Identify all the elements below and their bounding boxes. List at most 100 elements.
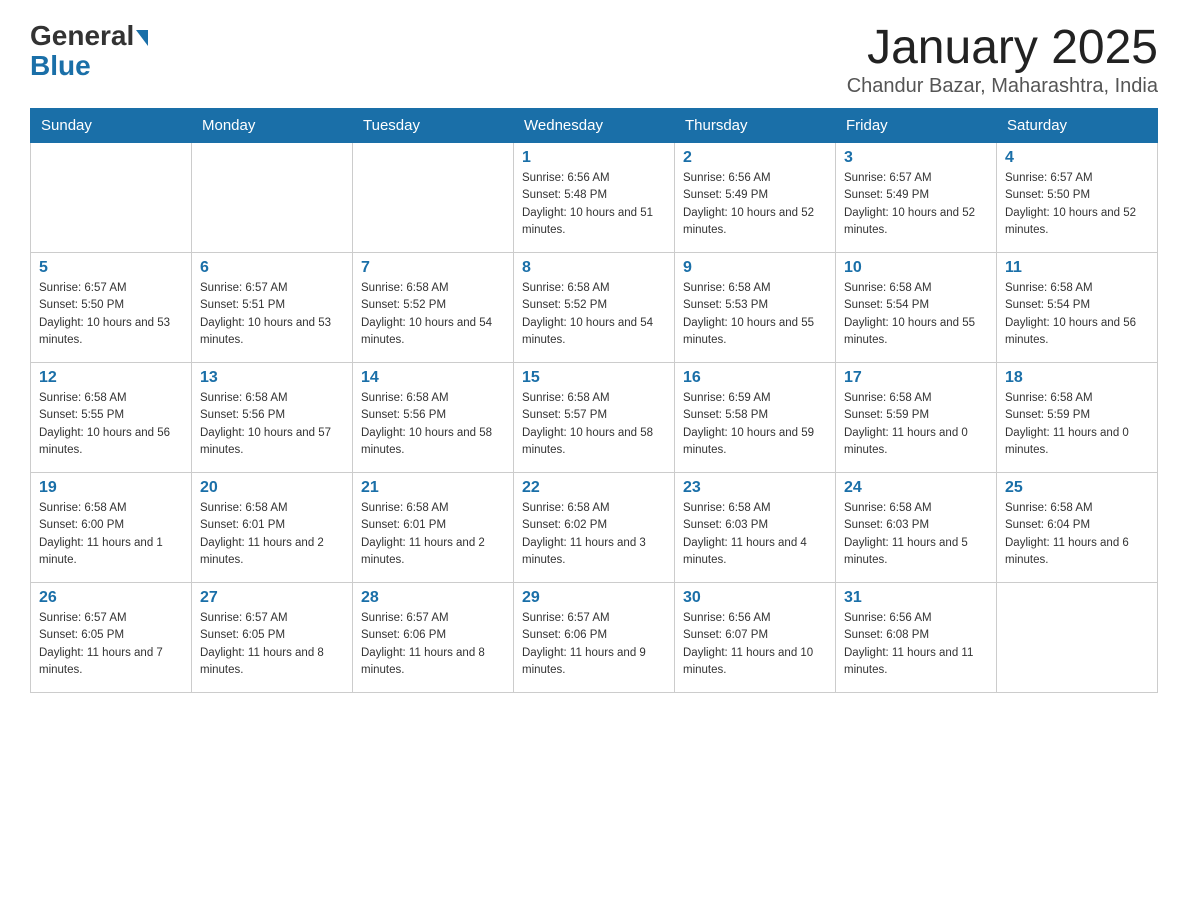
day-number: 30 bbox=[683, 589, 827, 607]
logo-arrow-icon bbox=[136, 30, 148, 46]
day-info: Sunrise: 6:58 AM Sunset: 5:54 PM Dayligh… bbox=[1005, 280, 1149, 349]
logo-blue: Blue bbox=[30, 50, 91, 82]
calendar-cell: 25 Sunrise: 6:58 AM Sunset: 6:04 PM Dayli… bbox=[997, 473, 1158, 583]
day-info: Sunrise: 6:59 AM Sunset: 5:58 PM Dayligh… bbox=[683, 390, 827, 459]
day-number: 13 bbox=[200, 369, 344, 387]
day-number: 12 bbox=[39, 369, 183, 387]
weekday-header-sunday: Sunday bbox=[31, 109, 192, 143]
location: Chandur Bazar, Maharashtra, India bbox=[847, 75, 1158, 98]
calendar-cell bbox=[997, 583, 1158, 693]
day-info: Sunrise: 6:56 AM Sunset: 5:48 PM Dayligh… bbox=[522, 170, 666, 239]
day-info: Sunrise: 6:57 AM Sunset: 6:05 PM Dayligh… bbox=[39, 610, 183, 679]
weekday-header-thursday: Thursday bbox=[675, 109, 836, 143]
day-number: 11 bbox=[1005, 259, 1149, 277]
day-info: Sunrise: 6:58 AM Sunset: 5:54 PM Dayligh… bbox=[844, 280, 988, 349]
title-section: January 2025 Chandur Bazar, Maharashtra,… bbox=[847, 20, 1158, 98]
calendar-cell: 26 Sunrise: 6:57 AM Sunset: 6:05 PM Dayli… bbox=[31, 583, 192, 693]
calendar-cell: 31 Sunrise: 6:56 AM Sunset: 6:08 PM Dayli… bbox=[836, 583, 997, 693]
day-info: Sunrise: 6:58 AM Sunset: 5:57 PM Dayligh… bbox=[522, 390, 666, 459]
calendar-cell: 2 Sunrise: 6:56 AM Sunset: 5:49 PM Daylig… bbox=[675, 143, 836, 253]
calendar-table: SundayMondayTuesdayWednesdayThursdayFrid… bbox=[30, 108, 1158, 693]
calendar-cell: 11 Sunrise: 6:58 AM Sunset: 5:54 PM Dayli… bbox=[997, 253, 1158, 363]
day-info: Sunrise: 6:57 AM Sunset: 6:05 PM Dayligh… bbox=[200, 610, 344, 679]
day-number: 17 bbox=[844, 369, 988, 387]
calendar-week-1: 1Sunrise: 6:56 AM Sunset: 5:48 PM Daylig… bbox=[31, 143, 1158, 253]
calendar-cell: 7 Sunrise: 6:58 AM Sunset: 5:52 PM Daylig… bbox=[353, 253, 514, 363]
day-number: 31 bbox=[844, 589, 988, 607]
day-number: 19 bbox=[39, 479, 183, 497]
day-number: 15 bbox=[522, 369, 666, 387]
day-number: 14 bbox=[361, 369, 505, 387]
calendar-cell bbox=[31, 143, 192, 253]
day-number: 16 bbox=[683, 369, 827, 387]
day-info: Sunrise: 6:58 AM Sunset: 6:03 PM Dayligh… bbox=[683, 500, 827, 569]
day-info: Sunrise: 6:57 AM Sunset: 5:49 PM Dayligh… bbox=[844, 170, 988, 239]
day-number: 9 bbox=[683, 259, 827, 277]
day-number: 6 bbox=[200, 259, 344, 277]
calendar-cell: 28Sunrise: 6:57 AM Sunset: 6:06 PM Dayli… bbox=[353, 583, 514, 693]
weekday-header-monday: Monday bbox=[192, 109, 353, 143]
weekday-header-wednesday: Wednesday bbox=[514, 109, 675, 143]
calendar-cell: 24 Sunrise: 6:58 AM Sunset: 6:03 PM Dayli… bbox=[836, 473, 997, 583]
calendar-cell: 10 Sunrise: 6:58 AM Sunset: 5:54 PM Dayli… bbox=[836, 253, 997, 363]
calendar-cell: 9Sunrise: 6:58 AM Sunset: 5:53 PM Daylig… bbox=[675, 253, 836, 363]
day-number: 23 bbox=[683, 479, 827, 497]
day-info: Sunrise: 6:57 AM Sunset: 6:06 PM Dayligh… bbox=[522, 610, 666, 679]
calendar-cell: 3 Sunrise: 6:57 AM Sunset: 5:49 PM Daylig… bbox=[836, 143, 997, 253]
calendar-cell: 30Sunrise: 6:56 AM Sunset: 6:07 PM Dayli… bbox=[675, 583, 836, 693]
calendar-cell: 5 Sunrise: 6:57 AM Sunset: 5:50 PM Daylig… bbox=[31, 253, 192, 363]
calendar-cell: 18Sunrise: 6:58 AM Sunset: 5:59 PM Dayli… bbox=[997, 363, 1158, 473]
calendar-cell: 13Sunrise: 6:58 AM Sunset: 5:56 PM Dayli… bbox=[192, 363, 353, 473]
day-info: Sunrise: 6:58 AM Sunset: 6:04 PM Dayligh… bbox=[1005, 500, 1149, 569]
day-number: 10 bbox=[844, 259, 988, 277]
day-info: Sunrise: 6:58 AM Sunset: 5:55 PM Dayligh… bbox=[39, 390, 183, 459]
calendar-cell: 14 Sunrise: 6:58 AM Sunset: 5:56 PM Dayli… bbox=[353, 363, 514, 473]
calendar-cell: 15 Sunrise: 6:58 AM Sunset: 5:57 PM Dayli… bbox=[514, 363, 675, 473]
day-info: Sunrise: 6:58 AM Sunset: 5:52 PM Dayligh… bbox=[522, 280, 666, 349]
day-info: Sunrise: 6:58 AM Sunset: 5:59 PM Dayligh… bbox=[1005, 390, 1149, 459]
day-info: Sunrise: 6:56 AM Sunset: 6:08 PM Dayligh… bbox=[844, 610, 988, 679]
day-number: 3 bbox=[844, 149, 988, 167]
day-number: 8 bbox=[522, 259, 666, 277]
day-number: 29 bbox=[522, 589, 666, 607]
day-info: Sunrise: 6:58 AM Sunset: 6:02 PM Dayligh… bbox=[522, 500, 666, 569]
day-info: Sunrise: 6:56 AM Sunset: 5:49 PM Dayligh… bbox=[683, 170, 827, 239]
calendar-week-2: 5 Sunrise: 6:57 AM Sunset: 5:50 PM Daylig… bbox=[31, 253, 1158, 363]
day-number: 27 bbox=[200, 589, 344, 607]
day-info: Sunrise: 6:58 AM Sunset: 6:01 PM Dayligh… bbox=[200, 500, 344, 569]
day-number: 24 bbox=[844, 479, 988, 497]
calendar-cell: 8 Sunrise: 6:58 AM Sunset: 5:52 PM Daylig… bbox=[514, 253, 675, 363]
day-info: Sunrise: 6:58 AM Sunset: 6:03 PM Dayligh… bbox=[844, 500, 988, 569]
calendar-cell: 29 Sunrise: 6:57 AM Sunset: 6:06 PM Dayli… bbox=[514, 583, 675, 693]
day-number: 25 bbox=[1005, 479, 1149, 497]
day-number: 4 bbox=[1005, 149, 1149, 167]
day-info: Sunrise: 6:57 AM Sunset: 5:50 PM Dayligh… bbox=[1005, 170, 1149, 239]
day-number: 5 bbox=[39, 259, 183, 277]
calendar-cell: 17 Sunrise: 6:58 AM Sunset: 5:59 PM Dayli… bbox=[836, 363, 997, 473]
calendar-cell bbox=[192, 143, 353, 253]
logo: General Blue bbox=[30, 20, 148, 82]
day-number: 26 bbox=[39, 589, 183, 607]
day-number: 2 bbox=[683, 149, 827, 167]
day-info: Sunrise: 6:58 AM Sunset: 5:56 PM Dayligh… bbox=[361, 390, 505, 459]
day-number: 20 bbox=[200, 479, 344, 497]
day-info: Sunrise: 6:58 AM Sunset: 5:52 PM Dayligh… bbox=[361, 280, 505, 349]
day-number: 22 bbox=[522, 479, 666, 497]
calendar-cell: 16 Sunrise: 6:59 AM Sunset: 5:58 PM Dayli… bbox=[675, 363, 836, 473]
day-number: 7 bbox=[361, 259, 505, 277]
day-number: 28 bbox=[361, 589, 505, 607]
calendar-cell: 27 Sunrise: 6:57 AM Sunset: 6:05 PM Dayli… bbox=[192, 583, 353, 693]
calendar-body: 1Sunrise: 6:56 AM Sunset: 5:48 PM Daylig… bbox=[31, 143, 1158, 693]
day-info: Sunrise: 6:58 AM Sunset: 6:01 PM Dayligh… bbox=[361, 500, 505, 569]
day-info: Sunrise: 6:57 AM Sunset: 5:50 PM Dayligh… bbox=[39, 280, 183, 349]
calendar-header: SundayMondayTuesdayWednesdayThursdayFrid… bbox=[31, 109, 1158, 143]
weekday-row: SundayMondayTuesdayWednesdayThursdayFrid… bbox=[31, 109, 1158, 143]
calendar-cell: 4 Sunrise: 6:57 AM Sunset: 5:50 PM Daylig… bbox=[997, 143, 1158, 253]
calendar-cell: 23 Sunrise: 6:58 AM Sunset: 6:03 PM Dayli… bbox=[675, 473, 836, 583]
month-title: January 2025 bbox=[847, 20, 1158, 75]
calendar-week-4: 19Sunrise: 6:58 AM Sunset: 6:00 PM Dayli… bbox=[31, 473, 1158, 583]
calendar-cell: 1Sunrise: 6:56 AM Sunset: 5:48 PM Daylig… bbox=[514, 143, 675, 253]
calendar-cell: 20 Sunrise: 6:58 AM Sunset: 6:01 PM Dayli… bbox=[192, 473, 353, 583]
calendar-cell: 19Sunrise: 6:58 AM Sunset: 6:00 PM Dayli… bbox=[31, 473, 192, 583]
day-info: Sunrise: 6:58 AM Sunset: 5:59 PM Dayligh… bbox=[844, 390, 988, 459]
